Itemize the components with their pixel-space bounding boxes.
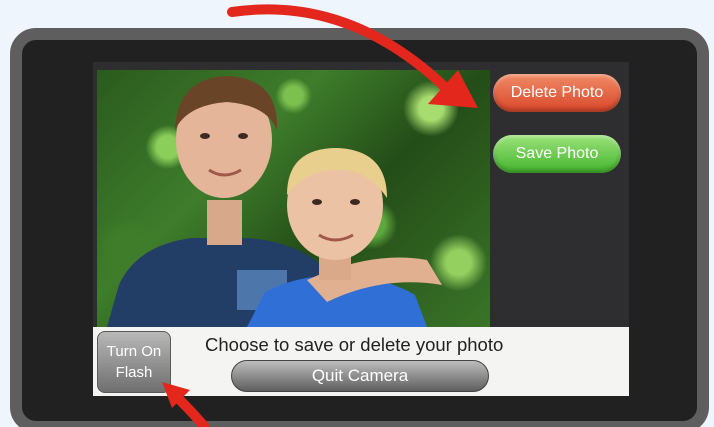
control-bar: Turn On Flash Choose to save or delete y… — [93, 327, 629, 396]
save-photo-button[interactable]: Save Photo — [493, 135, 621, 173]
flash-label-line2: Flash — [115, 364, 153, 381]
quit-camera-button[interactable]: Quit Camera — [231, 360, 489, 392]
flash-toggle-button[interactable]: Turn On Flash — [97, 331, 171, 393]
flash-label-line1: Turn On — [106, 343, 162, 360]
camera-screen: Delete Photo Save Photo Turn On Flash Ch… — [93, 62, 629, 396]
captured-photo — [97, 70, 490, 327]
delete-photo-button[interactable]: Delete Photo — [493, 74, 621, 112]
status-message: Choose to save or delete your photo — [205, 334, 504, 355]
